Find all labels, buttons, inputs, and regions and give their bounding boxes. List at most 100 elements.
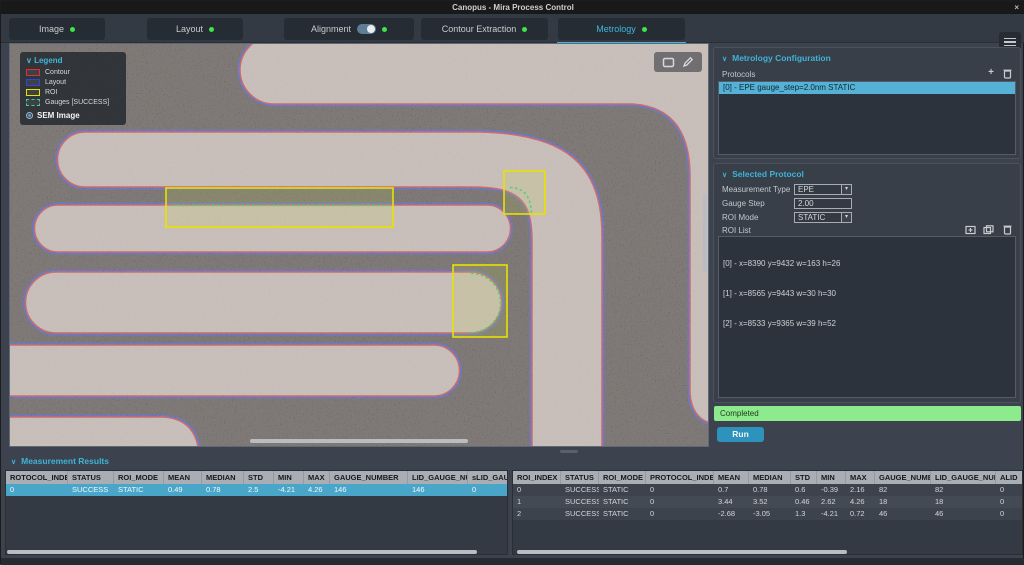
edit-pencil-icon[interactable]: [682, 56, 694, 68]
gauge-step-input[interactable]: 2.00: [794, 198, 852, 209]
table-row[interactable]: 2SUCCESSSTATIC0-2.68-3.051.3-4.210.72464…: [513, 508, 1023, 520]
table-cell: 0.78: [749, 484, 791, 496]
table-cell: 1: [513, 496, 561, 508]
column-header[interactable]: STATUS: [68, 471, 114, 484]
metrology-configuration-section: ∨Metrology Configuration Protocols + [0]…: [713, 47, 1021, 159]
splitter-handle[interactable]: [560, 450, 578, 453]
table-cell: SUCCESS: [68, 484, 114, 496]
column-header[interactable]: PROTOCOL_INDEX: [646, 471, 714, 484]
roi-list-item[interactable]: [2] - x=8533 y=9365 w=39 h=52: [723, 319, 1011, 329]
roi-results-table[interactable]: ROI_INDEX ▲STATUSROI_MODEPROTOCOL_INDEXM…: [512, 470, 1023, 555]
duplicate-roi-icon[interactable]: [983, 225, 994, 235]
table-cell: 0: [996, 508, 1023, 520]
table-cell: SUCCESS: [561, 508, 599, 520]
measurement-results-header[interactable]: ∨Measurement Results: [11, 456, 109, 466]
tab-layout[interactable]: Layout: [147, 18, 243, 40]
left-table-scrollbar[interactable]: [7, 550, 477, 554]
tab-metrology[interactable]: Metrology: [558, 18, 685, 40]
status-dot-green: [209, 27, 214, 32]
table-header-row: ROI_INDEX ▲STATUSROI_MODEPROTOCOL_INDEXM…: [513, 471, 1023, 484]
roi-list-item[interactable]: [1] - x=8565 y=9443 w=30 h=30: [723, 289, 1011, 299]
protocol-item-selected[interactable]: [0] - EPE gauge_step=2.0nm STATIC: [719, 82, 1015, 94]
table-cell: 0: [6, 484, 68, 496]
add-roi-icon[interactable]: [965, 225, 976, 235]
selected-protocol-header[interactable]: ∨Selected Protocol: [714, 164, 1020, 179]
metrology-configuration-header[interactable]: ∨Metrology Configuration: [714, 48, 1020, 63]
roi-rect-2[interactable]: [453, 265, 507, 337]
gauge-step-label: Gauge Step: [722, 199, 794, 208]
column-header[interactable]: MAX: [846, 471, 875, 484]
table-cell: 0: [996, 484, 1023, 496]
tab-image[interactable]: Image: [9, 18, 105, 40]
tab-label: Image: [39, 24, 64, 34]
tab-contour-extraction[interactable]: Contour Extraction: [421, 18, 548, 40]
view-toolbar: [654, 52, 702, 72]
table-row[interactable]: 0SUCCESSSTATIC00.70.780.6-0.392.1682820: [513, 484, 1023, 496]
roi-mode-label: ROI Mode: [722, 213, 794, 222]
column-header[interactable]: STATUS: [561, 471, 599, 484]
app-window: Canopus - Mira Process Control × Image L…: [0, 0, 1024, 564]
column-header[interactable]: ROI_INDEX ▲: [513, 471, 561, 484]
table-cell: 0: [513, 484, 561, 496]
column-header[interactable]: LID_GAUGE_NUME: [408, 471, 468, 484]
roi-rect-0[interactable]: [166, 188, 393, 227]
column-header[interactable]: GAUGE_NUMBER: [330, 471, 408, 484]
tab-alignment[interactable]: Alignment: [284, 18, 414, 40]
column-header[interactable]: ROTOCOL_INDE ▲: [6, 471, 68, 484]
roi-list[interactable]: [0] - x=8390 y=9432 w=163 h=26 [1] - x=8…: [718, 236, 1016, 398]
image-horizontal-scrollbar[interactable]: [250, 439, 468, 443]
protocol-results-table[interactable]: ROTOCOL_INDE ▲STATUSROI_MODEMEANMEDIANST…: [5, 470, 508, 555]
legend-item-gauges: Gauges [SUCCESS]: [26, 99, 120, 106]
column-header[interactable]: sLID_GAUGE_NUM: [468, 471, 508, 484]
protocols-list[interactable]: [0] - EPE gauge_step=2.0nm STATIC: [718, 81, 1016, 155]
roi-mode-select[interactable]: STATIC ▾: [794, 212, 852, 223]
select-region-icon[interactable]: [662, 57, 675, 68]
sem-image-radio[interactable]: SEM Image: [26, 111, 120, 120]
column-header[interactable]: MIN: [274, 471, 304, 484]
alignment-toggle[interactable]: [357, 24, 376, 34]
close-icon[interactable]: ×: [1014, 1, 1019, 14]
legend-title[interactable]: ∨ Legend: [26, 56, 120, 65]
column-header[interactable]: ROI_MODE: [114, 471, 164, 484]
table-cell: 146: [330, 484, 408, 496]
column-header[interactable]: MAX: [304, 471, 330, 484]
table-row[interactable]: 1SUCCESSSTATIC03.443.520.462.624.2618180: [513, 496, 1023, 508]
column-header[interactable]: STD: [791, 471, 817, 484]
table-cell: 4.26: [304, 484, 330, 496]
column-header[interactable]: MEDIAN: [749, 471, 791, 484]
column-header[interactable]: LID_GAUGE_NUMB: [931, 471, 996, 484]
table-cell: 2.5: [244, 484, 274, 496]
sem-image-viewport[interactable]: ∨ Legend Contour Layout ROI Gauges [SUCC…: [9, 43, 709, 447]
table-row[interactable]: 0SUCCESSSTATIC0.490.782.5-4.214.26146146…: [6, 484, 508, 496]
delete-protocol-trash-icon[interactable]: [1003, 68, 1012, 79]
tab-label: Alignment: [311, 24, 351, 34]
run-button[interactable]: Run: [717, 427, 764, 442]
tab-bar: Image Layout Alignment Contour Extractio…: [1, 14, 1024, 43]
column-header[interactable]: ROI_MODE: [599, 471, 646, 484]
add-protocol-icon[interactable]: +: [988, 68, 994, 78]
roi-rect-1[interactable]: [504, 171, 545, 214]
selected-protocol-section: ∨Selected Protocol Measurement Type EPE …: [713, 163, 1021, 403]
right-table-scrollbar[interactable]: [517, 550, 847, 554]
column-header[interactable]: ALID: [996, 471, 1023, 484]
contour-swatch: [26, 69, 40, 76]
column-header[interactable]: MEDIAN: [202, 471, 244, 484]
column-header[interactable]: MEAN: [714, 471, 749, 484]
image-vertical-scrollbar[interactable]: [703, 194, 707, 272]
tab-label: Layout: [176, 24, 203, 34]
table-cell: -4.21: [274, 484, 304, 496]
table-cell: 18: [931, 496, 996, 508]
column-header[interactable]: STD: [244, 471, 274, 484]
table-cell: -4.21: [817, 508, 846, 520]
roi-list-item[interactable]: [0] - x=8390 y=9432 w=163 h=26: [723, 259, 1011, 269]
layout-swatch: [26, 79, 40, 86]
status-dot-green: [70, 27, 75, 32]
column-header[interactable]: MIN: [817, 471, 846, 484]
roi-list-label: ROI List: [722, 226, 751, 235]
column-header[interactable]: MEAN: [164, 471, 202, 484]
column-header[interactable]: GAUGE_NUMBER: [875, 471, 931, 484]
measurement-type-select[interactable]: EPE ▾: [794, 184, 852, 195]
status-dot-green: [382, 27, 387, 32]
delete-roi-trash-icon[interactable]: [1003, 224, 1012, 235]
legend-item-contour: Contour: [26, 69, 120, 76]
